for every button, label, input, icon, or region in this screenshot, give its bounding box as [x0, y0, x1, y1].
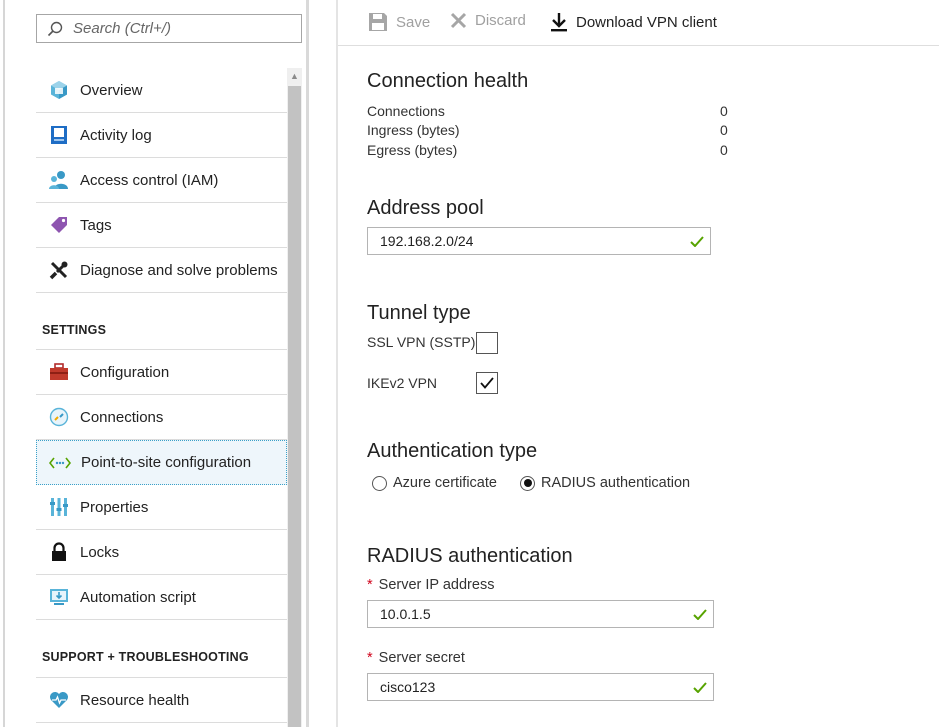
discard-label: Discard [475, 12, 526, 29]
valid-check-icon [689, 681, 711, 693]
menu-item-label: Diagnose and solve problems [80, 261, 278, 279]
toolbox-icon [36, 363, 80, 381]
azure-certificate-radio[interactable] [372, 475, 387, 491]
menu-item-properties[interactable]: Properties [36, 485, 287, 530]
menu-item-access-control[interactable]: Access control (IAM) [36, 158, 287, 203]
menu-item-overview[interactable]: Overview [36, 68, 287, 113]
support-section-header: SUPPORT + TROUBLESHOOTING [42, 650, 249, 664]
valid-check-icon [689, 608, 711, 620]
connections-icon [36, 407, 80, 427]
address-pool-field[interactable] [367, 227, 711, 255]
required-marker: * [367, 577, 373, 593]
menu-item-point-to-site[interactable]: Point-to-site configuration [36, 440, 287, 485]
server-ip-label: * Server IP address [367, 577, 495, 593]
discard-button[interactable]: Discard [450, 12, 526, 29]
valid-check-icon [686, 235, 708, 247]
outer-border [3, 0, 5, 727]
menu-item-label: Resource health [80, 691, 190, 709]
overview-icon [36, 80, 80, 100]
checkmark-icon [480, 377, 494, 389]
tag-icon [36, 215, 80, 235]
connection-health-heading: Connection health [367, 70, 529, 92]
command-bar: Save Discard Download VPN client [338, 0, 939, 46]
lock-icon [36, 542, 80, 562]
menu-item-label: Tags [80, 216, 112, 234]
menu-item-label: Activity log [80, 126, 152, 144]
menu-item-label: Locks [80, 543, 120, 561]
sstp-label: SSL VPN (SSTP) [367, 334, 476, 350]
search-box[interactable] [36, 14, 302, 43]
wrench-icon [36, 260, 80, 280]
connections-value: 0 [720, 103, 728, 119]
resource-menu: Overview Activity log Acces [0, 0, 336, 727]
server-secret-input[interactable] [380, 679, 689, 695]
menu-item-diagnose[interactable]: Diagnose and solve problems [36, 248, 287, 293]
server-ip-input[interactable] [380, 606, 689, 622]
download-label: Download VPN client [576, 13, 717, 31]
address-pool-input[interactable] [380, 233, 686, 249]
radius-authentication-heading: RADIUS authentication [367, 545, 573, 567]
connections-label: Connections [367, 103, 445, 119]
ingress-value: 0 [720, 122, 728, 138]
scroll-up-arrow-icon[interactable]: ▲ [287, 68, 302, 84]
search-icon [47, 21, 63, 36]
radius-authentication-radio[interactable] [520, 475, 535, 491]
heart-icon [36, 691, 80, 709]
settings-section-header: SETTINGS [42, 323, 107, 337]
server-secret-label: * Server secret [367, 650, 465, 666]
download-icon [550, 12, 568, 32]
ikev2-checkbox[interactable] [476, 372, 498, 394]
tunnel-type-heading: Tunnel type [367, 302, 471, 324]
save-icon [368, 12, 388, 32]
menu-item-activity-log[interactable]: Activity log [36, 113, 287, 158]
server-secret-field[interactable] [367, 673, 714, 701]
save-label: Save [396, 13, 431, 31]
activity-log-icon [36, 125, 80, 145]
azure-certificate-label: Azure certificate [393, 475, 497, 491]
menu-item-label: Properties [80, 498, 149, 516]
radius-authentication-option[interactable]: RADIUS authentication [520, 475, 690, 491]
menu-scrollbar-thumb[interactable] [288, 86, 301, 727]
close-icon [450, 12, 467, 29]
ikev2-label: IKEv2 VPN [367, 375, 438, 391]
download-vpn-client-button[interactable]: Download VPN client [550, 12, 717, 32]
menu-item-label: Connections [80, 408, 164, 426]
menu-item-configuration[interactable]: Configuration [36, 350, 287, 395]
egress-label: Egress (bytes) [367, 142, 458, 158]
radius-authentication-label: RADIUS authentication [541, 475, 691, 491]
server-ip-field[interactable] [367, 600, 714, 628]
authentication-type-heading: Authentication type [367, 440, 538, 462]
properties-icon [36, 497, 80, 517]
egress-value: 0 [720, 142, 728, 158]
point-to-site-icon [37, 456, 81, 470]
menu-item-label: Automation script [80, 588, 196, 606]
menu-item-automation-script[interactable]: Automation script [36, 575, 287, 620]
vpn-gateway-blade: Overview Activity log Acces [0, 0, 939, 727]
automation-script-icon [36, 587, 80, 607]
menu-item-connections[interactable]: Connections [36, 395, 287, 440]
iam-icon [36, 170, 80, 190]
menu-item-label: Overview [80, 81, 143, 99]
pane-divider [306, 0, 309, 727]
ingress-label: Ingress (bytes) [367, 122, 460, 138]
menu-item-locks[interactable]: Locks [36, 530, 287, 575]
menu-item-label: Configuration [80, 363, 170, 381]
pane-edge [336, 0, 338, 727]
menu-item-label: Access control (IAM) [80, 171, 219, 189]
required-marker: * [367, 650, 373, 666]
address-pool-heading: Address pool [367, 197, 484, 219]
azure-certificate-option[interactable]: Azure certificate [372, 475, 497, 491]
search-input[interactable] [73, 20, 283, 37]
menu-item-label: Point-to-site configuration [81, 454, 252, 471]
sstp-checkbox[interactable] [476, 332, 498, 354]
menu-item-tags[interactable]: Tags [36, 203, 287, 248]
menu-item-resource-health[interactable]: Resource health [36, 678, 287, 723]
save-button[interactable]: Save [368, 12, 430, 32]
